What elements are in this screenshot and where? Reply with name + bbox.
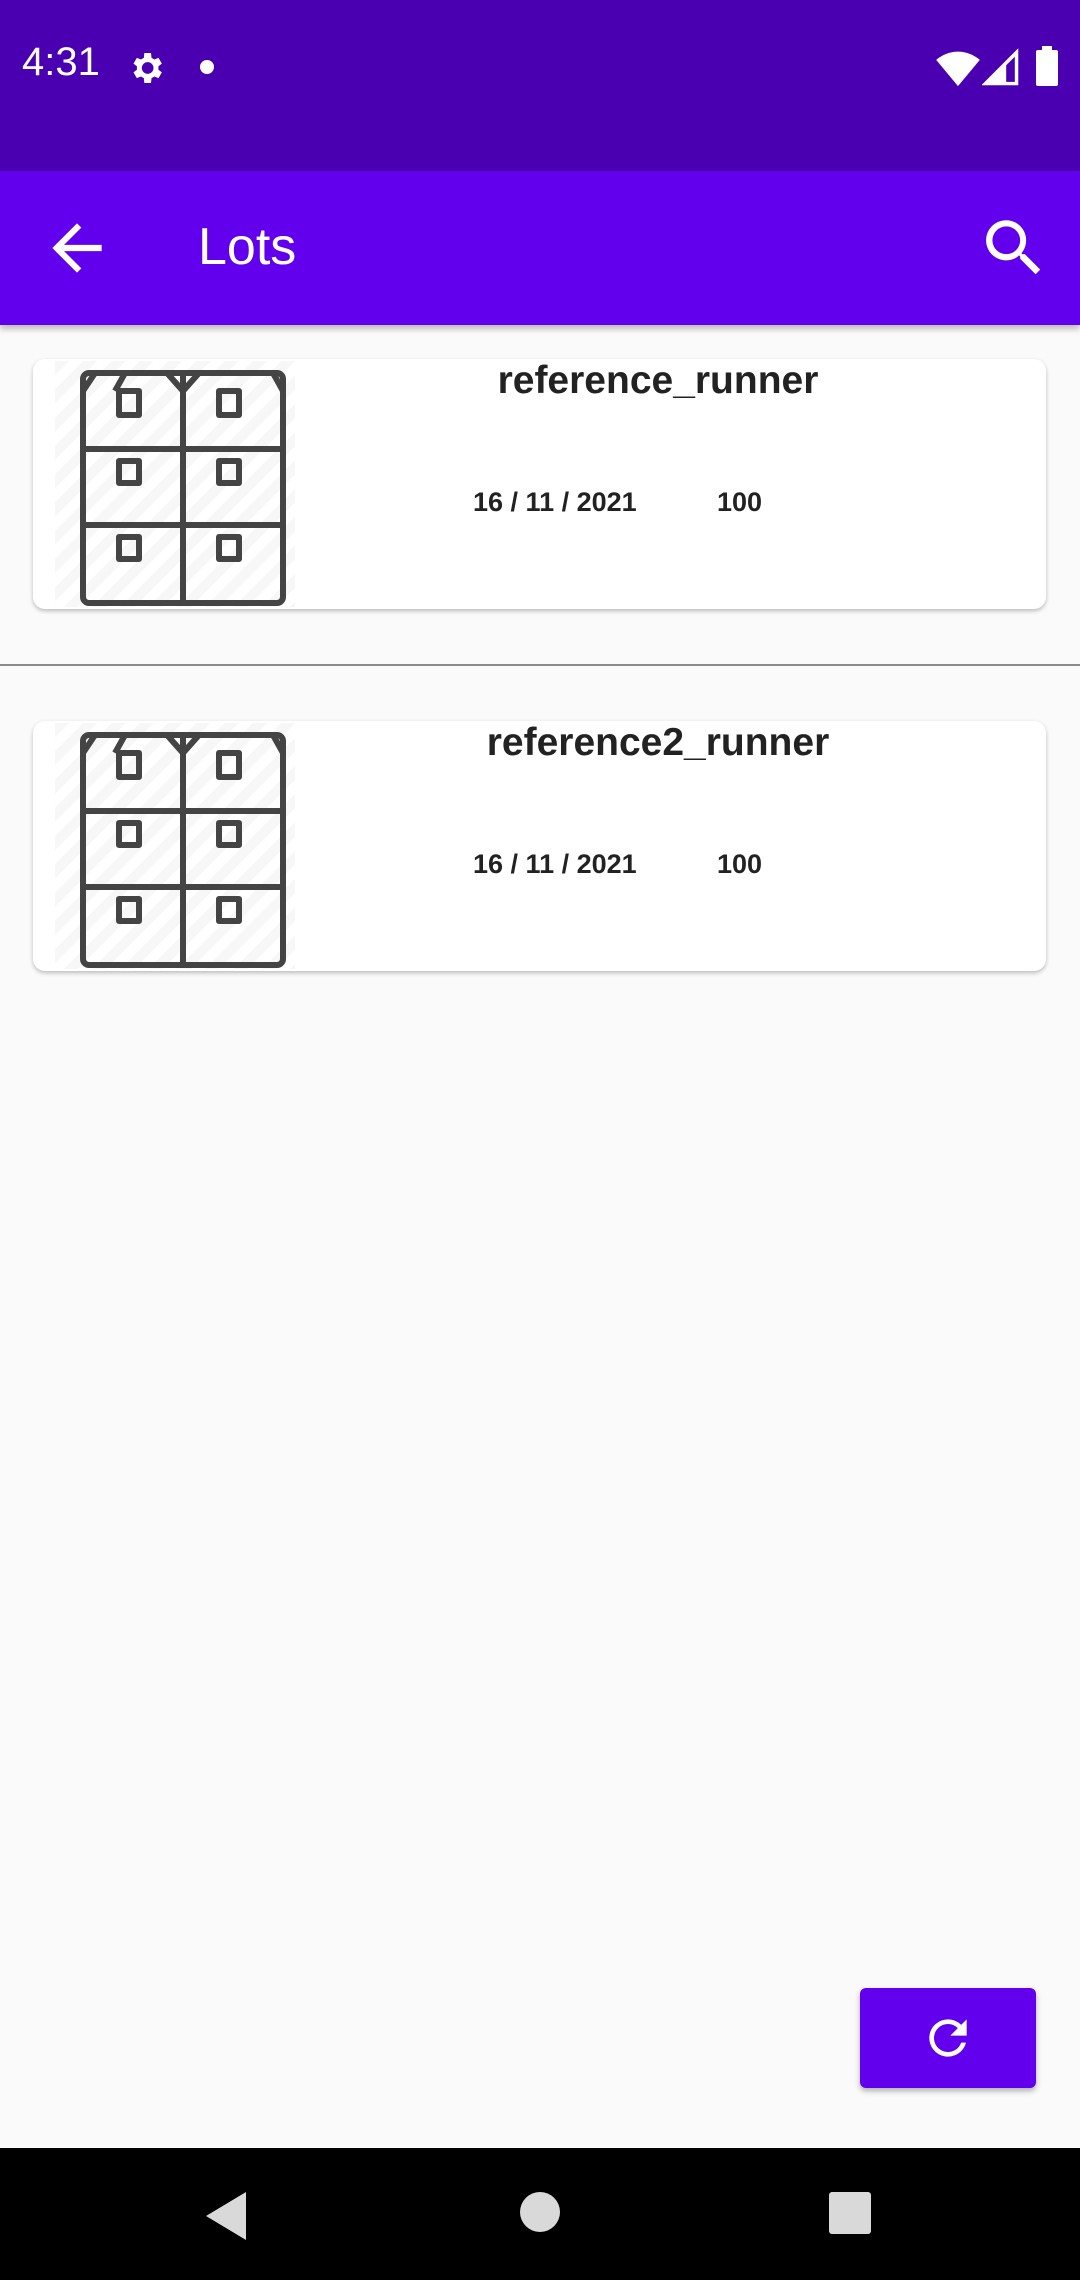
lot-image bbox=[55, 723, 295, 969]
lot-card[interactable]: reference2_runner 16 / 11 / 2021 100 bbox=[33, 721, 1046, 971]
list-divider bbox=[0, 664, 1080, 666]
signal-icon bbox=[982, 48, 1019, 86]
gear-icon bbox=[133, 53, 162, 83]
lot-name: reference_runner bbox=[497, 359, 819, 402]
search-icon[interactable] bbox=[974, 211, 1054, 285]
lot-date: 16 / 11 / 2021 bbox=[473, 487, 637, 517]
nav-recents-icon[interactable] bbox=[829, 2192, 871, 2234]
status-time: 4:31 bbox=[22, 40, 100, 84]
lot-card[interactable]: reference_runner 16 / 11 / 2021 100 bbox=[33, 359, 1046, 609]
nav-back-icon[interactable] bbox=[200, 2188, 250, 2244]
refresh-button[interactable] bbox=[860, 1988, 1036, 2088]
boxes-icon bbox=[80, 370, 286, 606]
lot-date: 16 / 11 / 2021 bbox=[473, 849, 637, 879]
status-bar: 4:31 bbox=[0, 0, 1080, 171]
arrow-left-icon[interactable] bbox=[40, 211, 114, 285]
lot-name: reference2_runner bbox=[486, 721, 830, 764]
battery-icon bbox=[1036, 46, 1058, 86]
page-title: Lots bbox=[198, 218, 297, 276]
lot-quantity: 100 bbox=[717, 487, 763, 517]
system-nav-bar bbox=[0, 2148, 1080, 2280]
wifi-icon bbox=[936, 51, 980, 87]
boxes-icon bbox=[80, 732, 286, 968]
refresh-icon bbox=[929, 2019, 967, 2057]
lot-quantity: 100 bbox=[717, 849, 763, 879]
notification-dot-icon bbox=[200, 60, 214, 74]
lot-image bbox=[55, 361, 295, 607]
app-bar: Lots bbox=[0, 171, 1080, 325]
nav-home-icon[interactable] bbox=[520, 2192, 560, 2232]
